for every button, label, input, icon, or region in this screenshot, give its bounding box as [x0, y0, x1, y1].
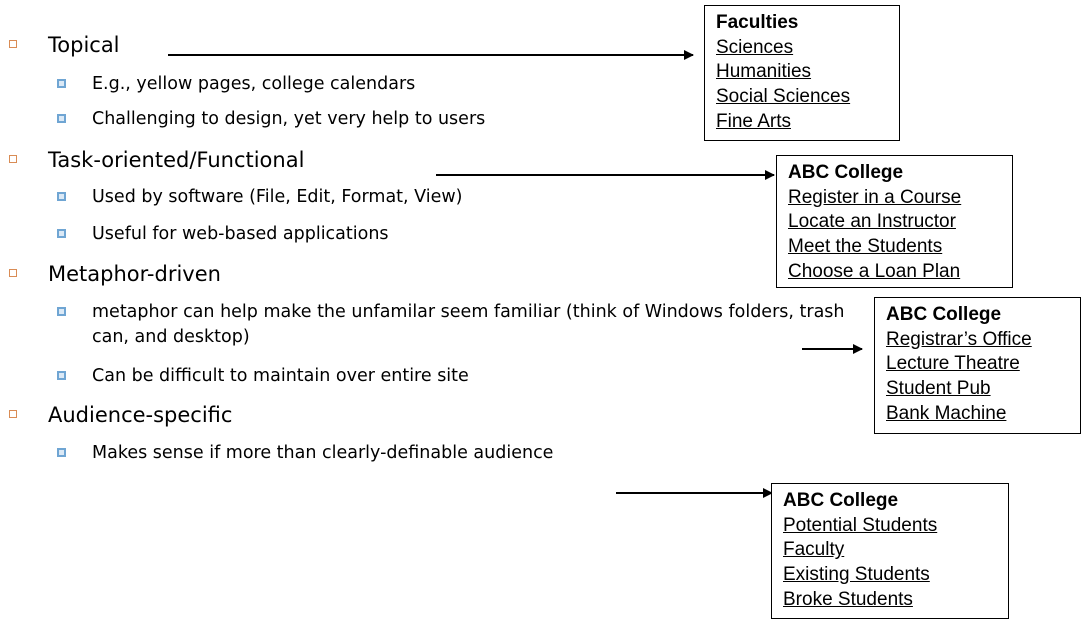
- level2-bullet-icon: [57, 307, 66, 316]
- menu-heading: ABC College: [783, 490, 899, 511]
- menu-link[interactable]: Sciences: [716, 36, 889, 61]
- menu-heading: ABC College: [886, 304, 1002, 325]
- bullet-text: Used by software (File, Edit, Format, Vi…: [92, 187, 463, 207]
- menu-example-topical: Faculties Sciences Humanities Social Sci…: [704, 5, 900, 141]
- menu-link[interactable]: Existing Students: [783, 563, 998, 588]
- menu-link[interactable]: Meet the Students: [788, 235, 1002, 260]
- level1-bullet-icon: [9, 155, 17, 163]
- menu-heading: Faculties: [716, 12, 799, 33]
- menu-example-metaphor-driven: ABC College Registrar’s Office Lecture T…: [874, 297, 1081, 434]
- arrow-audience-specific: [616, 488, 773, 497]
- bullet-text: Challenging to design, yet very help to …: [92, 109, 486, 129]
- arrow-task-oriented: [436, 170, 775, 179]
- menu-link[interactable]: Social Sciences: [716, 85, 889, 110]
- level2-bullet-icon: [57, 448, 66, 457]
- menu-link[interactable]: Faculty: [783, 538, 998, 563]
- menu-link[interactable]: Locate an Instructor: [788, 210, 1002, 235]
- menu-heading: ABC College: [788, 162, 904, 183]
- level2-bullet-icon: [57, 192, 66, 201]
- arrow-metaphor-driven: [802, 344, 863, 353]
- arrow-topical: [168, 50, 694, 59]
- level1-bullet-icon: [9, 269, 17, 277]
- level2-bullet-icon: [57, 229, 66, 238]
- level2-bullet-icon: [57, 79, 66, 88]
- menu-link[interactable]: Student Pub: [886, 377, 1070, 402]
- menu-example-task-oriented: ABC College Register in a Course Locate …: [776, 155, 1013, 288]
- level2-bullet-icon: [57, 371, 66, 380]
- bullet-text: Useful for web-based applications: [92, 224, 389, 244]
- menu-link[interactable]: Choose a Loan Plan: [788, 260, 1002, 285]
- menu-link[interactable]: Register in a Course: [788, 186, 1002, 211]
- category-title-topical: Topical: [48, 33, 120, 57]
- menu-example-audience-specific: ABC College Potential Students Faculty E…: [771, 483, 1009, 619]
- menu-link[interactable]: Bank Machine: [886, 402, 1070, 427]
- level1-bullet-icon: [9, 40, 17, 48]
- category-title-metaphor-driven: Metaphor-driven: [48, 262, 221, 286]
- menu-link[interactable]: Lecture Theatre: [886, 352, 1070, 377]
- menu-link[interactable]: Humanities: [716, 60, 889, 85]
- bullet-text: Makes sense if more than clearly-definab…: [92, 443, 554, 463]
- menu-link[interactable]: Registrar’s Office: [886, 328, 1070, 353]
- menu-link[interactable]: Broke Students: [783, 588, 998, 613]
- level1-bullet-icon: [9, 410, 17, 418]
- level2-bullet-icon: [57, 114, 66, 123]
- bullet-text: metaphor can help make the unfamilar see…: [92, 302, 845, 347]
- menu-link[interactable]: Fine Arts: [716, 110, 889, 135]
- menu-link[interactable]: Potential Students: [783, 514, 998, 539]
- bullet-text: Can be difficult to maintain over entire…: [92, 366, 469, 386]
- category-title-audience-specific: Audience-specific: [48, 403, 233, 427]
- bullet-text: E.g., yellow pages, college calendars: [92, 74, 416, 94]
- category-title-task-oriented: Task-oriented/Functional: [48, 148, 305, 172]
